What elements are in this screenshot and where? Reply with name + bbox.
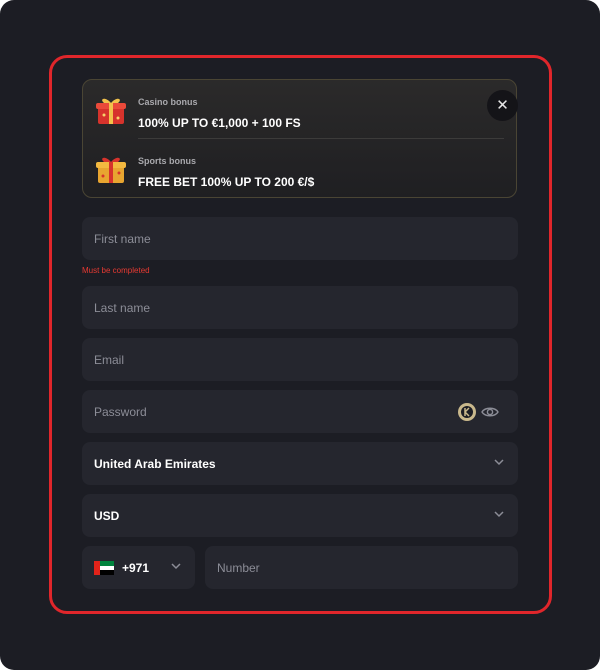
close-button[interactable]: ✕ xyxy=(487,90,518,121)
country-value: United Arab Emirates xyxy=(94,457,216,471)
chevron-down-icon xyxy=(494,459,504,466)
first-name-field[interactable]: First name xyxy=(82,217,518,260)
phone-code-select[interactable]: +971 xyxy=(82,546,195,589)
sports-bonus-value: FREE BET 100% UP TO 200 €/$ xyxy=(138,175,315,189)
chevron-down-icon xyxy=(494,511,504,518)
casino-bonus-value: 100% UP TO €1,000 + 100 FS xyxy=(138,116,301,130)
eye-icon[interactable] xyxy=(481,407,499,417)
first-name-placeholder: First name xyxy=(94,232,151,246)
uae-flag-icon xyxy=(94,561,114,575)
currency-value: USD xyxy=(94,509,120,523)
sports-bonus-row: Sports bonus FREE BET 100% UP TO 200 €/$ xyxy=(83,139,516,197)
currency-select[interactable]: USD xyxy=(82,494,518,537)
casino-bonus-row: Casino bonus 100% UP TO €1,000 + 100 FS xyxy=(83,80,516,138)
password-field[interactable]: Password xyxy=(82,390,518,433)
casino-bonus-label: Casino bonus xyxy=(138,97,198,107)
sports-bonus-label: Sports bonus xyxy=(138,156,196,166)
phone-number-field[interactable]: Number xyxy=(205,546,518,589)
bonus-card: Casino bonus 100% UP TO €1,000 + 100 FS … xyxy=(82,79,517,198)
email-placeholder: Email xyxy=(94,353,125,367)
first-name-error: Must be completed xyxy=(82,266,150,275)
last-name-field[interactable]: Last name xyxy=(82,286,518,329)
phone-number-placeholder: Number xyxy=(217,561,260,575)
country-select[interactable]: United Arab Emirates xyxy=(82,442,518,485)
gift-box-red-icon xyxy=(96,98,126,124)
last-name-placeholder: Last name xyxy=(94,301,151,315)
chevron-down-icon xyxy=(171,563,181,570)
phone-code-value: +971 xyxy=(122,561,150,575)
email-field[interactable]: Email xyxy=(82,338,518,381)
gift-box-gold-icon xyxy=(96,157,126,183)
password-icons xyxy=(458,403,499,421)
registration-panel: Casino bonus 100% UP TO €1,000 + 100 FS … xyxy=(0,0,600,670)
password-placeholder: Password xyxy=(94,405,147,419)
password-manager-icon[interactable] xyxy=(458,403,476,421)
